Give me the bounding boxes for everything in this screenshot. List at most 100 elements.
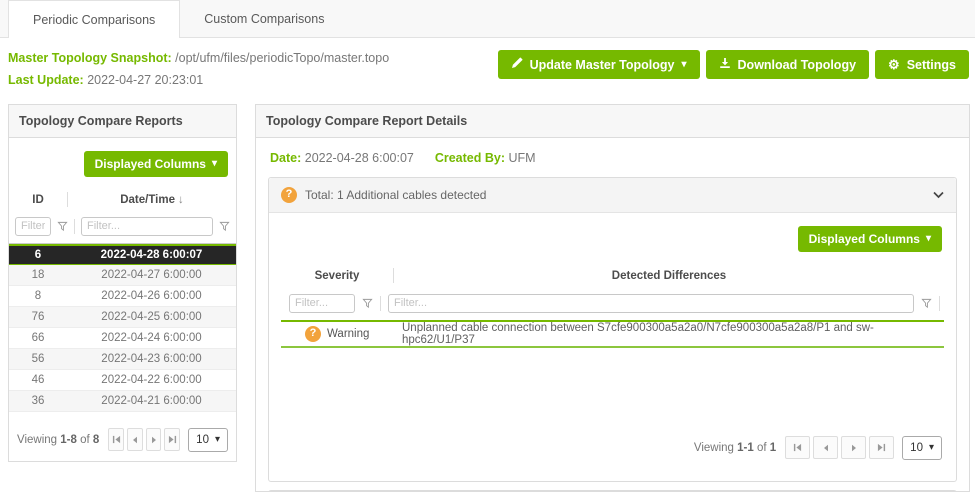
- date-label: Date:: [270, 151, 301, 165]
- table-empty-space: [281, 348, 944, 428]
- row-datetime: 2022-04-21 6:00:00: [67, 395, 236, 407]
- table-row[interactable]: 6 2022-04-28 6:00:07: [9, 244, 236, 265]
- datetime-filter-input[interactable]: [81, 217, 213, 236]
- update-master-topology-button[interactable]: Update Master Topology ▾: [498, 50, 700, 79]
- severity-filter-input[interactable]: [289, 294, 355, 313]
- left-filter-row: [9, 212, 236, 244]
- viewing-label: Viewing 1-1 of 1: [694, 442, 776, 454]
- master-topology-value: /opt/ufm/files/periodicTopo/master.topo: [175, 51, 389, 65]
- right-displayed-columns-label: Displayed Columns: [809, 232, 920, 246]
- next-page-button[interactable]: [146, 428, 162, 451]
- column-header-id[interactable]: ID: [9, 194, 67, 206]
- caret-down-icon: ▾: [926, 234, 931, 244]
- chevron-down-icon[interactable]: [933, 191, 944, 199]
- filter-divider: [939, 296, 940, 311]
- master-topology-label: Master Topology Snapshot:: [8, 51, 172, 65]
- question-icon: ?: [281, 187, 297, 203]
- table-row[interactable]: 56 2022-04-23 6:00:00: [9, 349, 236, 370]
- row-id: 46: [9, 374, 67, 386]
- table-row[interactable]: 66 2022-04-24 6:00:00: [9, 328, 236, 349]
- table-row[interactable]: 36 2022-04-21 6:00:00: [9, 391, 236, 412]
- filter-funnel-icon[interactable]: [362, 298, 373, 309]
- row-datetime: 2022-04-24 6:00:00: [67, 332, 236, 344]
- download-topology-label: Download Topology: [738, 58, 857, 72]
- tab-bar: Periodic Comparisons Custom Comparisons: [0, 0, 975, 38]
- left-panel-body: Displayed Columns ▾ ID Date/Time↓: [9, 138, 236, 461]
- main-content: Topology Compare Reports Displayed Colum…: [0, 102, 975, 492]
- previous-page-button[interactable]: [813, 436, 838, 459]
- page-size-value: 10: [910, 442, 923, 454]
- difference-row[interactable]: ? Warning Unplanned cable connection bet…: [281, 322, 944, 348]
- update-master-topology-label: Update Master Topology: [530, 58, 675, 72]
- row-id: 18: [9, 269, 67, 281]
- created-by-value: UFM: [509, 151, 536, 165]
- differences-table-header: Severity Detected Differences: [281, 263, 944, 289]
- column-header-severity[interactable]: Severity: [281, 270, 393, 282]
- row-datetime: 2022-04-22 6:00:00: [67, 374, 236, 386]
- differences-filter-row: [281, 289, 944, 322]
- filter-divider: [74, 219, 75, 234]
- pencil-icon: [511, 57, 523, 72]
- left-pagination: Viewing 1-8 of 8 10: [9, 420, 236, 461]
- first-page-button[interactable]: [785, 436, 810, 459]
- filter-funnel-icon[interactable]: [219, 221, 230, 232]
- download-icon: [719, 57, 731, 72]
- topology-compare-report-details-panel: Topology Compare Report Details Date: 20…: [255, 104, 970, 492]
- id-filter-input[interactable]: [15, 217, 51, 236]
- last-page-button[interactable]: [869, 436, 894, 459]
- left-panel-title: Topology Compare Reports: [9, 105, 236, 138]
- row-id: 76: [9, 311, 67, 323]
- tab-periodic-comparisons[interactable]: Periodic Comparisons: [8, 0, 180, 38]
- row-datetime: 2022-04-27 6:00:00: [67, 269, 236, 281]
- row-id: 36: [9, 395, 67, 407]
- row-datetime: 2022-04-23 6:00:00: [67, 353, 236, 365]
- severity-cell: ? Warning: [281, 326, 393, 342]
- differences-filter-input[interactable]: [388, 294, 914, 313]
- viewing-label: Viewing 1-8 of 8: [17, 434, 99, 446]
- caret-down-icon: ▾: [215, 435, 220, 445]
- row-id: 56: [9, 353, 67, 365]
- filter-funnel-icon[interactable]: [921, 298, 932, 309]
- filter-divider: [380, 296, 381, 311]
- page-size-select[interactable]: 10 ▾: [188, 428, 228, 452]
- page-size-select[interactable]: 10 ▾: [902, 436, 942, 460]
- last-page-button[interactable]: [164, 428, 180, 451]
- row-datetime: 2022-04-26 6:00:00: [67, 290, 236, 302]
- additional-cables-section-title: Total: 1 Additional cables detected: [305, 188, 486, 202]
- difference-text: Unplanned cable connection between S7cfe…: [393, 322, 944, 346]
- download-topology-button[interactable]: Download Topology: [706, 50, 870, 79]
- right-pagination: Viewing 1-1 of 1: [281, 428, 944, 469]
- table-row[interactable]: 76 2022-04-25 6:00:00: [9, 307, 236, 328]
- topology-info: Master Topology Snapshot: /opt/ufm/files…: [8, 48, 389, 92]
- table-row[interactable]: 46 2022-04-22 6:00:00: [9, 370, 236, 391]
- row-id: 6: [9, 249, 67, 261]
- page-size-value: 10: [196, 434, 209, 446]
- info-row: Master Topology Snapshot: /opt/ufm/files…: [0, 38, 975, 102]
- caret-down-icon: ▾: [929, 443, 934, 453]
- left-displayed-columns-button[interactable]: Displayed Columns ▾: [84, 151, 228, 177]
- severity-value: Warning: [327, 328, 369, 340]
- date-value: 2022-04-28 6:00:07: [305, 151, 414, 165]
- column-header-datetime[interactable]: Date/Time↓: [68, 194, 236, 206]
- report-meta-line: Date: 2022-04-28 6:00:07 Created By: UFM: [270, 151, 957, 165]
- additional-cables-section-header[interactable]: ? Total: 1 Additional cables detected: [269, 178, 956, 213]
- last-update-label: Last Update:: [8, 73, 84, 87]
- column-header-detected-differences[interactable]: Detected Differences: [394, 270, 944, 282]
- settings-button[interactable]: ⚙ Settings: [875, 50, 969, 79]
- column-header-datetime-label: Date/Time: [120, 194, 175, 206]
- table-row[interactable]: 18 2022-04-27 6:00:00: [9, 265, 236, 286]
- previous-page-button[interactable]: [127, 428, 143, 451]
- right-displayed-columns-button[interactable]: Displayed Columns ▾: [798, 226, 942, 252]
- tab-custom-comparisons[interactable]: Custom Comparisons: [180, 0, 348, 37]
- master-topology-line: Master Topology Snapshot: /opt/ufm/files…: [8, 48, 389, 70]
- additional-cables-section-content: Displayed Columns ▾ Severity Detected Di…: [269, 213, 956, 481]
- row-id: 66: [9, 332, 67, 344]
- table-row[interactable]: 8 2022-04-26 6:00:00: [9, 286, 236, 307]
- filter-funnel-icon[interactable]: [57, 221, 68, 232]
- left-displayed-columns-label: Displayed Columns: [95, 157, 206, 171]
- next-page-button[interactable]: [841, 436, 866, 459]
- topology-actions: Update Master Topology ▾ Download Topolo…: [498, 48, 969, 79]
- caret-down-icon: ▾: [212, 159, 217, 169]
- first-page-button[interactable]: [108, 428, 124, 451]
- row-datetime: 2022-04-25 6:00:00: [67, 311, 236, 323]
